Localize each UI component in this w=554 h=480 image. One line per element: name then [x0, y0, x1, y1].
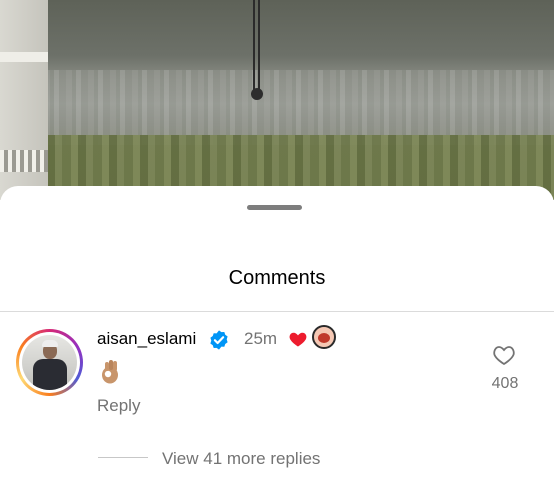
view-more-replies-button[interactable]: View 41 more replies — [162, 449, 320, 469]
hanging-cable — [251, 0, 263, 100]
sticker-face — [318, 333, 330, 343]
city-skyline — [0, 70, 554, 145]
building-railing — [0, 150, 48, 172]
background-photo — [0, 0, 554, 200]
ok-hand-icon — [102, 360, 118, 384]
cable-line-right — [258, 0, 260, 94]
avatar-border — [19, 332, 80, 393]
comment-timestamp: 25m — [244, 329, 278, 348]
cable-hook — [251, 88, 263, 100]
sheet-title: Comments — [228, 267, 326, 289]
header-divider — [0, 311, 554, 312]
drag-handle[interactable] — [247, 205, 302, 210]
cable-line-left — [253, 0, 255, 94]
avatar — [22, 335, 77, 390]
red-heart-icon — [289, 332, 307, 347]
reply-button[interactable]: Reply — [97, 396, 140, 416]
comment-username[interactable]: aisan_eslami — [97, 329, 196, 349]
verified-badge-icon — [210, 330, 228, 350]
avatar-story-ring[interactable] — [16, 329, 83, 396]
like-count: 408 — [491, 375, 519, 392]
avatar-cap — [42, 340, 58, 347]
building-edge — [0, 0, 48, 200]
comments-sheet: Comments aisan_eslami 25m Reply 408 View… — [0, 186, 554, 480]
heart-outline-icon[interactable] — [492, 344, 516, 366]
avatar-body — [33, 359, 67, 390]
face-sticker-icon — [312, 325, 336, 349]
building-ledge — [0, 52, 48, 62]
replies-indent-line — [98, 457, 148, 458]
